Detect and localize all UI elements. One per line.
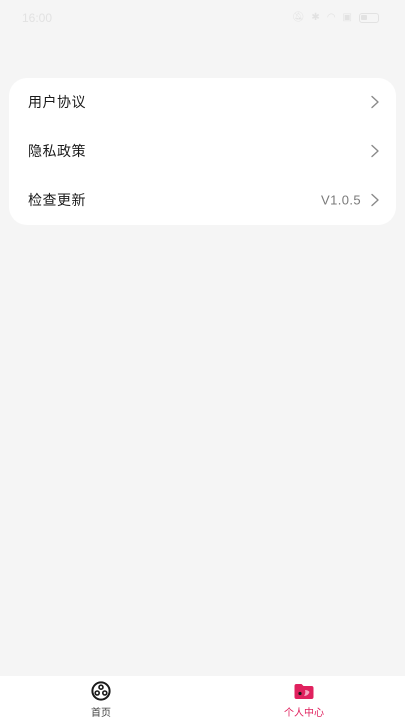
sim-icon: ▣	[342, 12, 352, 23]
version-value: V1.0.5	[321, 192, 361, 208]
chevron-right-icon	[371, 144, 379, 158]
status-time: 16:00	[22, 11, 53, 25]
status-bar: 16:00 🔕︎ ✱ ◠ ▣	[0, 0, 405, 36]
film-reel-icon	[91, 681, 111, 701]
settings-item-privacy-policy[interactable]: 隐私政策	[9, 127, 396, 175]
nav-item-home[interactable]: 首页	[0, 676, 202, 720]
settings-card: 用户协议 隐私政策 检查更新 V1.0.5	[9, 78, 396, 225]
chevron-right-icon	[371, 95, 379, 109]
battery-icon	[359, 13, 379, 23]
status-icons: 🔕︎ ✱ ◠ ▣	[292, 11, 379, 25]
settings-item-check-update[interactable]: 检查更新 V1.0.5	[9, 176, 396, 224]
settings-item-label: 隐私政策	[28, 144, 86, 160]
profile-folder-icon	[294, 684, 314, 699]
chevron-right-icon	[371, 193, 379, 207]
bluetooth-icon: ✱	[311, 12, 320, 23]
wifi-icon: ◠	[326, 12, 336, 23]
bottom-nav: 首页 个人中心	[0, 676, 405, 720]
settings-item-label: 检查更新	[28, 193, 86, 209]
nav-label-home: 首页	[91, 708, 111, 719]
settings-item-user-agreement[interactable]: 用户协议	[9, 78, 396, 126]
nav-item-profile[interactable]: 个人中心	[203, 676, 405, 720]
mute-icon: 🔕︎	[291, 12, 305, 23]
settings-item-label: 用户协议	[28, 95, 86, 111]
nav-label-profile: 个人中心	[284, 708, 324, 719]
